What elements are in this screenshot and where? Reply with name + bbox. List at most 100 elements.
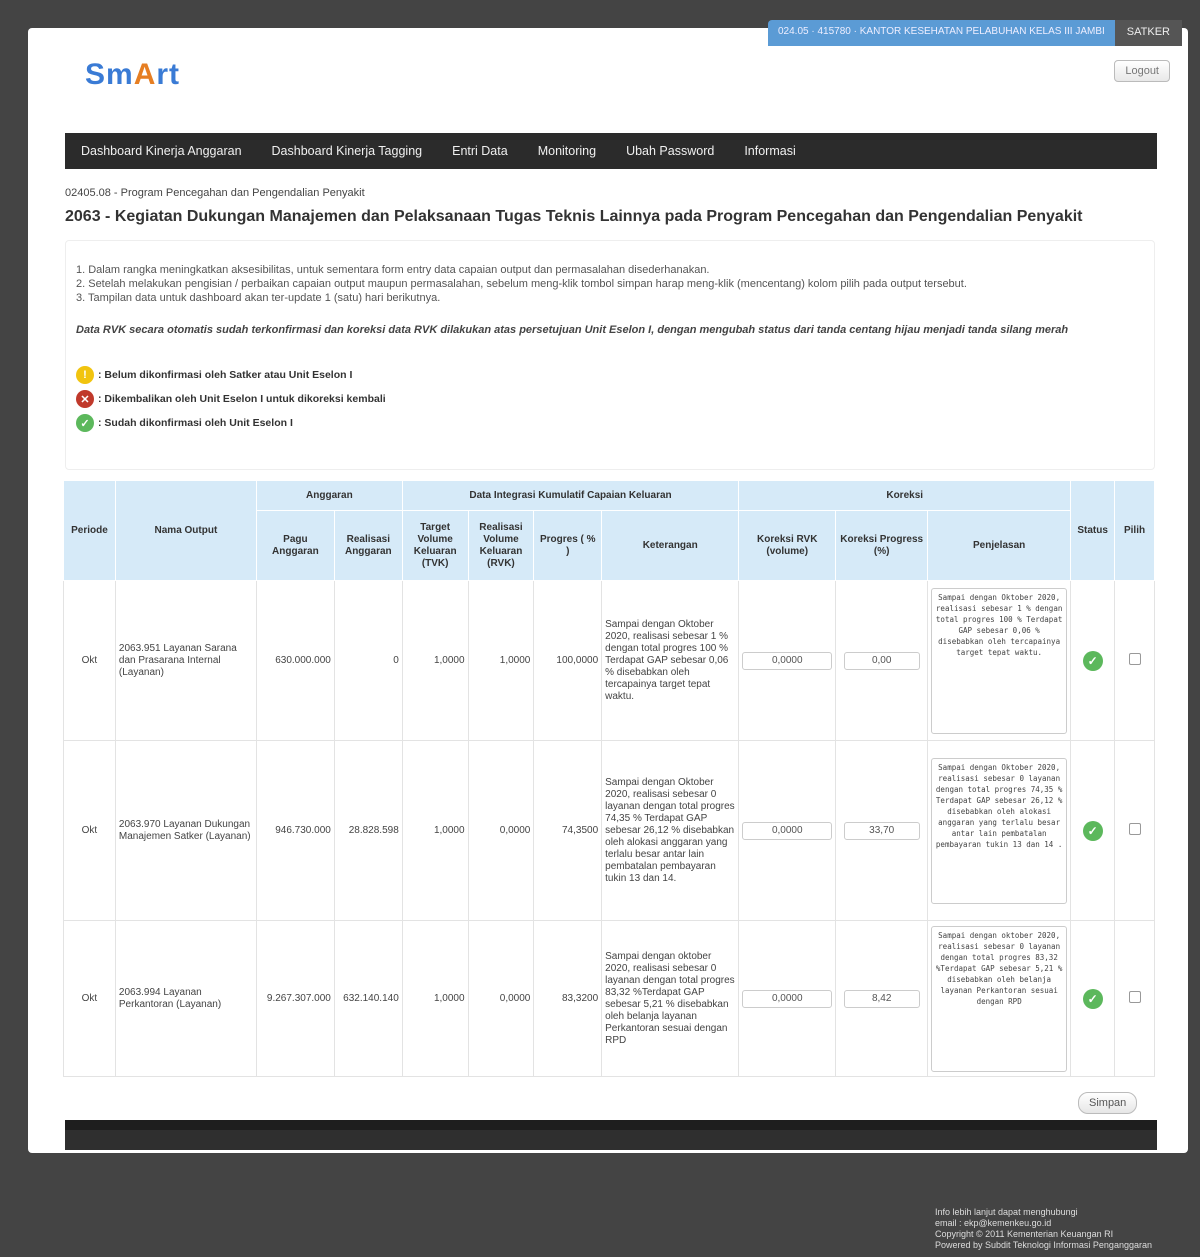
pilih-checkbox[interactable]: [1128, 990, 1141, 1003]
cell-rvk: 0,0000: [467, 740, 535, 921]
logout-button[interactable]: Logout: [1114, 60, 1170, 82]
output-table: Periode Nama Output Anggaran Data Integr…: [63, 480, 1155, 1077]
nav-informasi[interactable]: Informasi: [744, 144, 795, 158]
penjelasan-textarea[interactable]: Sampai dengan Oktober 2020, realisasi se…: [931, 587, 1068, 734]
cell-pagu: 630.000.000: [255, 580, 335, 741]
cell-realisasi: 0: [333, 580, 403, 741]
reject-icon: ✕: [76, 390, 94, 408]
status-confirmed-icon[interactable]: ✓: [1082, 820, 1103, 841]
nav-dashboard-kinerja-tagging[interactable]: Dashboard Kinerja Tagging: [272, 144, 423, 158]
cell-koreksi-progres: 0,00: [835, 580, 929, 741]
cell-realisasi: 28.828.598: [333, 740, 403, 921]
cell-keterangan: Sampai dengan Oktober 2020, realisasi se…: [601, 740, 740, 921]
koreksi-rvk-input[interactable]: 0,0000: [742, 989, 833, 1008]
satker-button[interactable]: SATKER: [1114, 20, 1182, 46]
legend-item: ! : Belum dikonfirmasi oleh Satker atau …: [76, 363, 386, 387]
cell-status: ✓: [1070, 580, 1116, 741]
koreksi-rvk-input[interactable]: 0,0000: [742, 821, 833, 840]
table-row: Okt 2063.951 Layanan Sarana dan Prasaran…: [63, 580, 1155, 741]
cell-penjelasan: Sampai dengan Oktober 2020, realisasi se…: [927, 580, 1072, 741]
pilih-checkbox[interactable]: [1128, 822, 1141, 835]
header-progres: Progres ( % ): [533, 510, 603, 581]
satker-info: 024.05 · 415780 · KANTOR KESEHATAN PELAB…: [768, 20, 1115, 46]
koreksi-progres-input[interactable]: 0,00: [843, 651, 920, 670]
notes-panel: 1. Dalam rangka meningkatkan aksesibilit…: [65, 240, 1155, 470]
cell-periode: Okt: [63, 580, 116, 741]
cell-keterangan: Sampai dengan Oktober 2020, realisasi se…: [601, 580, 740, 741]
penjelasan-textarea[interactable]: Sampai dengan Oktober 2020, realisasi se…: [931, 757, 1068, 904]
header-koreksi-progres: Koreksi Progress (%): [835, 510, 929, 581]
status-legend: ! : Belum dikonfirmasi oleh Satker atau …: [76, 363, 386, 435]
header-pagu: Pagu Anggaran: [255, 510, 335, 581]
nav-dashboard-kinerja-anggaran[interactable]: Dashboard Kinerja Anggaran: [81, 144, 242, 158]
simpan-button[interactable]: Simpan: [1078, 1092, 1138, 1114]
nav-entri-data[interactable]: Entri Data: [452, 144, 508, 158]
header-keterangan: Keterangan: [601, 510, 740, 581]
cell-nama-output: 2063.970 Layanan Dukungan Manajemen Satk…: [114, 740, 257, 921]
legend-item: ✓ : Sudah dikonfirmasi oleh Unit Eselon …: [76, 411, 386, 435]
koreksi-rvk-input[interactable]: 0,0000: [742, 651, 833, 670]
cell-periode: Okt: [63, 740, 116, 921]
note-item: 2. Setelah melakukan pengisian / perbaik…: [76, 278, 967, 290]
cell-koreksi-rvk: 0,0000: [738, 740, 837, 921]
page-title: 2063 - Kegiatan Dukungan Manajemen dan P…: [65, 208, 1083, 225]
header-group-anggaran: Anggaran: [255, 480, 403, 511]
rvk-note: Data RVK secara otomatis sudah terkonfir…: [76, 324, 1069, 336]
cell-progres: 100,0000: [533, 580, 603, 741]
legend-item: ✕ : Dikembalikan oleh Unit Eselon I untu…: [76, 387, 386, 411]
cell-progres: 74,3500: [533, 740, 603, 921]
table-row: Okt 2063.994 Layanan Perkantoran (Layana…: [63, 920, 1155, 1077]
cell-tvk: 1,0000: [401, 580, 469, 741]
cell-rvk: 1,0000: [467, 580, 535, 741]
header-group-koreksi: Koreksi: [738, 480, 1072, 511]
smart-logo: SmArt: [85, 58, 225, 110]
cell-realisasi: 632.140.140: [333, 920, 403, 1077]
header-status: Status: [1070, 480, 1116, 581]
cell-nama-output: 2063.951 Layanan Sarana dan Prasarana In…: [114, 580, 257, 741]
header-penjelasan: Penjelasan: [927, 510, 1072, 581]
cell-pilih: [1114, 580, 1155, 741]
cell-pilih: [1114, 920, 1155, 1077]
footer-line: Powered by Subdit Teknologi Informasi Pe…: [935, 1240, 1152, 1250]
cell-progres: 83,3200: [533, 920, 603, 1077]
header-rvk: Realisasi Volume Keluaran (RVK): [467, 510, 535, 581]
pilih-checkbox[interactable]: [1128, 652, 1141, 665]
notes-list: 1. Dalam rangka meningkatkan aksesibilit…: [76, 263, 967, 305]
nav-ubah-password[interactable]: Ubah Password: [626, 144, 714, 158]
status-confirmed-icon[interactable]: ✓: [1082, 988, 1103, 1009]
logo-text: SmArt: [85, 58, 181, 91]
cell-nama-output: 2063.994 Layanan Perkantoran (Layanan): [114, 920, 257, 1077]
main-navbar: Dashboard Kinerja Anggaran Dashboard Kin…: [65, 133, 1157, 169]
cell-rvk: 0,0000: [467, 920, 535, 1077]
cell-tvk: 1,0000: [401, 740, 469, 921]
cell-periode: Okt: [63, 920, 116, 1077]
cell-tvk: 1,0000: [401, 920, 469, 1077]
footer-line: Info lebih lanjut dapat menghubungi: [935, 1207, 1078, 1217]
cell-pagu: 9.267.307.000: [255, 920, 335, 1077]
header-nama-output: Nama Output: [114, 480, 257, 581]
status-confirmed-icon[interactable]: ✓: [1082, 650, 1103, 671]
program-label: 02405.08 - Program Pencegahan dan Pengen…: [65, 187, 365, 199]
cell-status: ✓: [1070, 920, 1116, 1077]
cell-penjelasan: Sampai dengan Oktober 2020, realisasi se…: [927, 740, 1072, 921]
cell-koreksi-progres: 8,42: [835, 920, 929, 1077]
cell-keterangan: Sampai dengan oktober 2020, realisasi se…: [601, 920, 740, 1077]
header-koreksi-rvk: Koreksi RVK (volume): [738, 510, 837, 581]
cell-koreksi-rvk: 0,0000: [738, 920, 837, 1077]
cell-koreksi-rvk: 0,0000: [738, 580, 837, 741]
header-tvk: Target Volume Keluaran (TVK): [401, 510, 469, 581]
satker-bar: 024.05 · 415780 · KANTOR KESEHATAN PELAB…: [768, 20, 1182, 46]
note-item: 3. Tampilan data untuk dashboard akan te…: [76, 292, 441, 304]
footer-email[interactable]: email : ekp@kemenkeu.go.id: [935, 1218, 1152, 1229]
cell-status: ✓: [1070, 740, 1116, 921]
check-icon: ✓: [76, 414, 94, 432]
warning-icon: !: [76, 366, 94, 384]
koreksi-progres-input[interactable]: 33,70: [843, 821, 920, 840]
nav-monitoring[interactable]: Monitoring: [538, 144, 596, 158]
footer-strip: [65, 1120, 1157, 1130]
koreksi-progres-input[interactable]: 8,42: [843, 989, 920, 1008]
footer-bar: [65, 1120, 1157, 1150]
cell-koreksi-progres: 33,70: [835, 740, 929, 921]
cell-penjelasan: Sampai dengan oktober 2020, realisasi se…: [927, 920, 1072, 1077]
penjelasan-textarea[interactable]: Sampai dengan oktober 2020, realisasi se…: [931, 925, 1068, 1072]
